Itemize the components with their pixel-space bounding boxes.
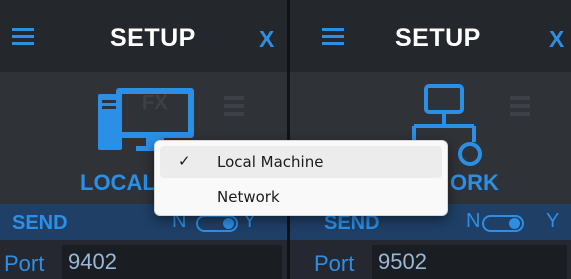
mode-label[interactable]: ORK (450, 170, 499, 196)
close-button[interactable]: X (259, 26, 274, 53)
menu-item-local-machine[interactable]: ✓ Local Machine (160, 146, 442, 178)
close-button[interactable]: X (549, 26, 564, 53)
port-label: Port (4, 251, 45, 276)
send-toggle[interactable] (482, 215, 524, 232)
checkmark-icon: ✓ (178, 152, 191, 170)
panel-header: SETUP X (290, 0, 571, 72)
mode-label[interactable]: LOCAL (80, 170, 156, 196)
port-label: Port (314, 251, 355, 276)
panel-header: SETUP X (0, 0, 288, 72)
menu-item-label: Network (217, 188, 280, 206)
list-icon (510, 96, 530, 116)
toggle-y-label: Y (546, 210, 560, 232)
toggle-n-label: N (466, 210, 481, 232)
port-field[interactable]: 9402 (62, 245, 282, 279)
fx-label: FX (142, 92, 168, 114)
list-icon (224, 96, 244, 116)
mode-context-menu: ✓ Local Machine Network (154, 140, 448, 216)
menu-item-network[interactable]: Network (160, 181, 442, 213)
send-label: SEND (12, 212, 68, 234)
hamburger-menu-icon[interactable] (12, 28, 34, 46)
hamburger-menu-icon[interactable] (322, 28, 344, 46)
send-toggle[interactable] (196, 215, 238, 232)
menu-item-label: Local Machine (217, 153, 324, 171)
port-field[interactable]: 9502 (372, 245, 567, 279)
panel-title: SETUP (395, 24, 481, 52)
panel-title: SETUP (110, 24, 196, 52)
